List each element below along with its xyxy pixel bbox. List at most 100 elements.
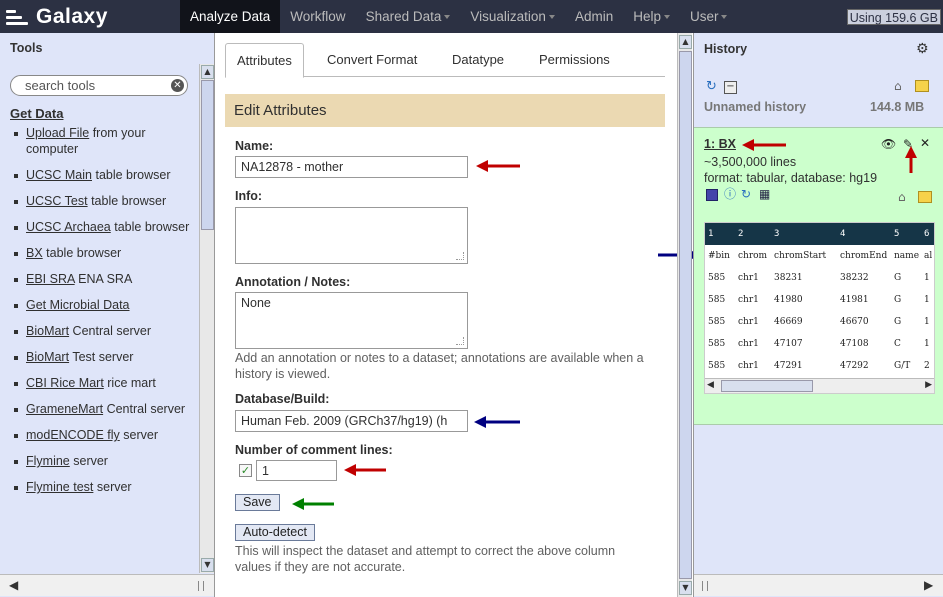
center-panel: Attributes Convert Format Datatype Permi… [216,33,700,597]
tool-link[interactable]: Flymine [26,454,70,468]
tool-link[interactable]: Get Microbial Data [26,298,130,312]
tool-panel-scrollbar[interactable]: ▲ ▼ [199,64,214,573]
peek-cell: 38232 [840,273,869,283]
annotation-textarea[interactable]: None [235,292,468,349]
resize-grip-icon[interactable] [198,581,204,591]
peek-cell: 585 [708,339,726,349]
collapse-left-icon[interactable]: ◀ [9,578,18,592]
peek-row: 585 chr1 41980 41981 G 1 [705,289,934,311]
tool-link[interactable]: Flymine test [26,480,93,494]
save-button[interactable]: Save [235,494,280,511]
scroll-thumb[interactable] [721,380,813,392]
nav-tab-shared-data[interactable]: Shared Data [356,0,461,33]
auto-detect-help: This will inspect the dataset and attemp… [235,544,616,574]
nav-tab-label: User [689,9,719,24]
tool-link[interactable]: BioMart [26,350,69,364]
nav-tab-admin[interactable]: Admin [565,0,623,33]
peek-cell: 47291 [774,361,803,371]
name-input[interactable]: NA12878 - mother [235,156,468,178]
peek-cell: G/T [894,361,911,371]
history-name[interactable]: Unnamed history [704,100,806,114]
visualize-icon[interactable]: ▦ [759,188,770,200]
comment-lines-label: Number of comment lines: [235,443,393,457]
peek-cell: name [894,251,920,261]
tool-link[interactable]: Upload File [26,126,89,140]
tab-permissions[interactable]: Permissions [528,43,621,77]
scroll-down-icon[interactable]: ▼ [679,581,692,595]
peek-cell: 41981 [840,295,869,305]
resize-handle-icon[interactable] [456,252,464,260]
scroll-thumb[interactable] [201,80,214,230]
red-arrow-icon [476,160,520,172]
history-panel: History ⚙ ↻ − ⌂ Unnamed history 144.8 MB… [693,33,943,597]
peek-cell: chromStart [774,251,827,261]
tab-attributes[interactable]: Attributes [225,43,304,78]
collapse-icon[interactable]: − [724,81,737,94]
tool-search-input[interactable]: search tools ✕ [10,75,188,96]
tool-link[interactable]: UCSC Test [26,194,88,208]
tool-desc: Test server [69,350,134,364]
eye-icon[interactable]: 👁 [881,138,896,150]
scroll-up-icon[interactable]: ▲ [201,65,214,79]
scroll-down-icon[interactable]: ▼ [201,558,214,572]
tab-convert-format[interactable]: Convert Format [316,43,428,77]
peek-cell: chromEnd [840,251,888,261]
tool-desc: server [119,428,158,442]
database-build-select[interactable]: Human Feb. 2009 (GRCh37/hg19) (h [235,410,468,432]
resize-grip-icon[interactable] [702,581,708,591]
database-build-label: Database/Build: [235,392,330,406]
peek-cell: 585 [708,273,726,283]
tool-link[interactable]: CBI Rice Mart [26,376,104,390]
info-textarea[interactable] [235,207,468,264]
peek-row: #bin chrom chromStart chromEnd name al [705,245,934,267]
scroll-up-icon[interactable]: ▲ [679,35,692,49]
save-icon[interactable] [706,189,718,201]
peek-col-header: 5 [894,229,900,239]
rerun-icon[interactable]: ↻ [741,188,751,200]
edit-tabs: Attributes Convert Format Datatype Permi… [225,43,665,78]
peek-cell: 1 [924,317,930,327]
tool-link[interactable]: BioMart [26,324,69,338]
clear-search-icon[interactable]: ✕ [171,79,184,92]
dataset-title[interactable]: 1: BX [704,137,736,151]
tool-link[interactable]: UCSC Archaea [26,220,111,234]
nav-tab-user[interactable]: User [680,0,738,33]
peek-hscrollbar[interactable]: ◀ ▶ [705,378,934,393]
nav-tab-analyze-data[interactable]: Analyze Data [180,0,281,33]
scroll-thumb[interactable] [679,51,692,579]
delete-icon[interactable]: ✕ [920,137,930,149]
auto-detect-button[interactable]: Auto-detect [235,524,315,541]
tool-link[interactable]: UCSC Main [26,168,92,182]
comment-lines-checkbox[interactable]: ✓ [239,464,252,477]
caret-down-icon [663,15,670,20]
comment-lines-input[interactable]: 1 [256,460,337,481]
tool-link[interactable]: EBI SRA [26,272,75,286]
peek-cell: 2 [924,361,930,371]
gear-icon[interactable]: ⚙ [916,41,929,57]
peek-cell: chr1 [738,273,759,283]
nav-tab-visualization[interactable]: Visualization [460,0,565,33]
tool-link[interactable]: modENCODE fly [26,428,120,442]
refresh-icon[interactable]: ↻ [706,80,717,93]
collapse-right-icon[interactable]: ▶ [924,578,933,592]
scroll-right-icon[interactable]: ▶ [925,380,932,390]
quota-meter[interactable]: Using 159.6 GB [846,9,941,25]
tag-icon[interactable]: ⌂ [898,191,906,203]
nav-tab-workflow[interactable]: Workflow [280,0,355,33]
info-icon[interactable]: ⓘ [724,188,736,200]
center-scrollbar[interactable]: ▲ ▼ [677,33,692,597]
nav-tab-help[interactable]: Help [623,0,680,33]
annotate-icon[interactable] [915,80,929,92]
tab-datatype[interactable]: Datatype [441,43,515,77]
tag-icon[interactable]: ⌂ [894,80,902,92]
tool-section-get-data[interactable]: Get Data [10,106,198,121]
tool-link[interactable]: GrameneMart [26,402,103,416]
brand[interactable]: Galaxy [6,4,108,30]
tool-link[interactable]: BX [26,246,43,260]
edit-attributes-header: Edit Attributes [225,94,665,127]
scroll-left-icon[interactable]: ◀ [707,380,714,390]
nav-tab-label: Shared Data [365,9,442,24]
annotate-icon[interactable] [918,191,932,203]
peek-cell: 47108 [840,339,869,349]
resize-handle-icon[interactable] [456,337,464,345]
